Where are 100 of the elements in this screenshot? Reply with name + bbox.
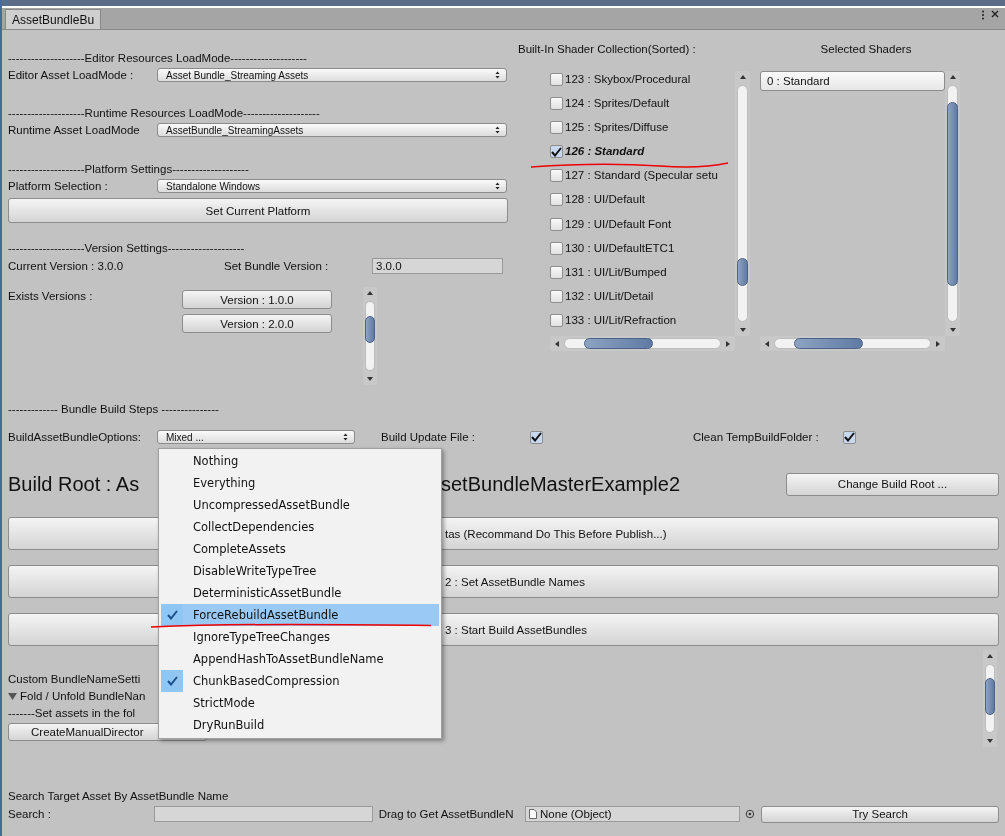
current-version-text: Current Version : 3.0.0 <box>8 260 125 272</box>
shader-name: 127 : Standard (Specular setu <box>565 169 718 182</box>
vertical-scrollbar[interactable] <box>735 71 750 336</box>
scroll-thumb[interactable] <box>793 338 864 349</box>
list-title: Selected Shaders <box>820 43 912 55</box>
section-header: --------------------Version Settings-------------------- <box>8 241 246 256</box>
dropdown[interactable]: Asset Bundle_Streaming Assets <box>157 68 507 82</box>
up-arrow-icon[interactable] <box>986 652 994 660</box>
set-platform-button[interactable]: Set Current Platform <box>8 198 508 223</box>
field-label: Search : <box>8 808 52 820</box>
fold-toggle-text[interactable]: Fold / Unfold BundleNan <box>20 688 146 705</box>
build-root-text: Build Root : As <box>8 472 140 495</box>
up-arrow-icon[interactable] <box>738 73 747 81</box>
section-header: --------------------Editor Resources LoadMode-------------------- <box>8 51 308 66</box>
scroll-thumb[interactable] <box>947 102 958 286</box>
menu-item[interactable]: CollectDependencies <box>161 516 439 538</box>
right-arrow-icon[interactable] <box>724 339 732 348</box>
left-arrow-icon[interactable] <box>553 339 561 348</box>
version-button[interactable]: Version : 1.0.0 <box>182 290 332 309</box>
menu-item[interactable]: AppendHashToAssetBundleName <box>161 648 439 670</box>
checkmark-icon <box>531 432 542 442</box>
selected-shader-item[interactable]: 0 : Standard <box>760 71 945 91</box>
dropdown[interactable]: Mixed ... <box>157 430 355 444</box>
checkbox[interactable] <box>550 313 563 327</box>
down-arrow-icon[interactable] <box>986 737 994 745</box>
shader-name: 132 : UI/Lit/Detail <box>565 289 654 302</box>
target-icon[interactable] <box>745 809 756 819</box>
up-arrow-icon[interactable] <box>948 73 957 81</box>
updown-arrows-icon <box>495 71 500 79</box>
up-arrow-icon[interactable] <box>366 289 374 297</box>
menu-item[interactable]: Everything <box>161 472 439 494</box>
version-button[interactable]: Version : 2.0.0 <box>182 314 332 333</box>
shader-name: 133 : UI/Lit/Refraction <box>565 313 677 326</box>
menu-item[interactable]: ChunkBasedCompression <box>161 670 439 692</box>
field-label: Exists Versions : <box>8 290 93 302</box>
checkbox[interactable] <box>550 241 563 255</box>
field-label: BuildAssetBundleOptions: <box>8 431 142 443</box>
field-label: Set Bundle Version : <box>224 260 330 272</box>
menu-icon[interactable] <box>981 10 985 20</box>
close-icon[interactable] <box>991 10 999 18</box>
down-arrow-icon[interactable] <box>948 326 957 334</box>
section-header: --------------------Runtime Resources LoadMode-------------------- <box>8 106 321 121</box>
shader-name: 126 : Standard <box>565 145 645 158</box>
section-header: ------------- Bundle Build Steps --------------- <box>8 402 220 417</box>
field-label: Runtime Asset LoadMode <box>8 124 141 136</box>
dropdown[interactable]: Standalone Windows <box>157 179 507 193</box>
left-arrow-icon[interactable] <box>763 339 771 348</box>
shader-name: 131 : UI/Lit/Bumped <box>565 265 667 278</box>
checkbox[interactable] <box>550 193 563 207</box>
field-label: Drag to Get AssetBundleN <box>378 808 515 820</box>
field-label: Platform Selection : <box>8 180 109 192</box>
scroll-thumb[interactable] <box>365 315 375 343</box>
shader-name: 129 : UI/Default Font <box>565 217 672 230</box>
expanded-triangle-icon[interactable] <box>8 692 17 701</box>
menu-item[interactable]: Nothing <box>161 450 439 472</box>
window-tab[interactable]: AssetBundleBu <box>5 9 102 29</box>
checkbox[interactable] <box>550 145 563 159</box>
document-icon <box>529 809 538 819</box>
horizontal-scrollbar[interactable] <box>550 336 735 351</box>
vertical-scrollbar[interactable] <box>983 650 997 747</box>
field-label: Editor Asset LoadMode : <box>8 69 135 81</box>
checkbox[interactable] <box>550 265 563 279</box>
section-title: Custom BundleNameSetti <box>8 672 141 687</box>
scroll-thumb[interactable] <box>583 338 654 349</box>
dropdown[interactable]: AssetBundle_StreamingAssets <box>157 123 507 137</box>
menu-item[interactable]: StrictMode <box>161 692 439 714</box>
vertical-scrollbar[interactable] <box>945 71 960 336</box>
updown-arrows-icon <box>343 433 348 441</box>
change-build-root-button[interactable]: Change Build Root ... <box>786 472 999 496</box>
version-input-field[interactable]: 3.0.0 <box>372 258 503 274</box>
checkbox[interactable] <box>550 97 563 111</box>
shader-name: 128 : UI/Default <box>565 193 645 206</box>
scroll-thumb[interactable] <box>985 678 995 716</box>
checkbox[interactable] <box>550 73 563 86</box>
menu-item[interactable]: IgnoreTypeTreeChanges <box>161 626 439 648</box>
updown-arrows-icon <box>495 126 500 134</box>
section-header: --------------------Platform Settings-------------------- <box>8 162 250 177</box>
menu-item[interactable]: ForceRebuildAssetBundle <box>161 604 439 626</box>
menu-item[interactable]: UncompressedAssetBundle <box>161 494 439 516</box>
vertical-scrollbar[interactable] <box>363 287 377 385</box>
checkbox[interactable] <box>550 169 563 183</box>
checkbox[interactable] <box>550 217 563 231</box>
section-title: Search Target Asset By AssetBundle Name <box>8 789 229 804</box>
build-root-text: setBundleMasterExample2 <box>441 472 680 496</box>
try-search-button[interactable]: Try Search <box>761 805 999 823</box>
search-input-field[interactable] <box>154 806 373 822</box>
right-arrow-icon[interactable] <box>934 339 942 348</box>
scroll-thumb[interactable] <box>737 257 748 286</box>
checkbox[interactable] <box>843 430 856 444</box>
checkbox[interactable] <box>550 289 563 303</box>
checkbox[interactable] <box>530 430 543 444</box>
down-arrow-icon[interactable] <box>738 326 747 334</box>
shader-name: 125 : Sprites/Diffuse <box>565 121 669 134</box>
down-arrow-icon[interactable] <box>366 375 374 383</box>
checkbox[interactable] <box>550 121 563 135</box>
shader-name: 130 : UI/DefaultETC1 <box>565 241 675 254</box>
checkmark-icon <box>844 432 855 442</box>
object-field[interactable]: None (Object) <box>525 806 741 822</box>
field-label: Build Update File : <box>381 431 476 443</box>
horizontal-scrollbar[interactable] <box>760 336 945 351</box>
